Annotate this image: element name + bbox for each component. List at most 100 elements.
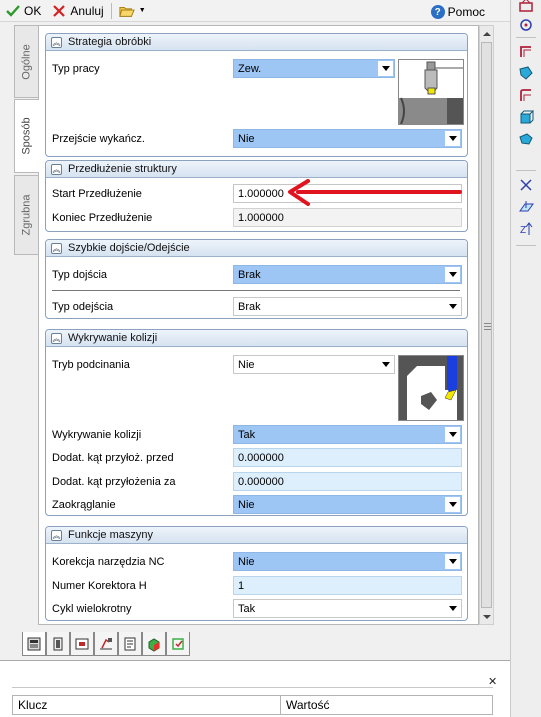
collapse-chevron-icon[interactable]: ︽	[51, 242, 62, 254]
tab-document-icon[interactable]	[118, 632, 142, 656]
divider	[52, 290, 460, 291]
z-axis-tool-icon[interactable]: Z	[517, 220, 535, 238]
chevron-down-icon[interactable]	[378, 61, 393, 76]
tab-machining-icon[interactable]	[94, 632, 118, 656]
tab-general[interactable]: Ogólne	[14, 25, 38, 98]
help-label: Pomoc	[447, 5, 485, 19]
tab-rough[interactable]: Zgrubna	[14, 175, 38, 255]
column-header-value[interactable]: Wartość	[281, 696, 491, 714]
undercut-mode-value: Nie	[238, 358, 255, 371]
group-header[interactable]: ︽ Strategia obróbki	[46, 34, 467, 51]
angle-after-input[interactable]: 0.000000	[233, 472, 462, 491]
scrollbar-thumb[interactable]	[481, 42, 492, 608]
tab-simulation-icon[interactable]	[142, 632, 166, 656]
multi-cycle-label: Cykl wielokrotny	[52, 603, 132, 615]
angle-after-label: Dodat. kąt przyłożenia za	[52, 476, 176, 488]
vertical-tabs: Ogólne Sposób Zgrubna	[14, 25, 39, 625]
scroll-up-arrow-icon[interactable]	[480, 26, 493, 41]
bottom-tabs	[22, 632, 190, 658]
rounding-value: Nie	[238, 498, 255, 511]
corrector-number-input[interactable]: 1	[233, 576, 462, 595]
tab-method[interactable]: Sposób	[14, 99, 39, 173]
group-title: Szybkie dojście/Odejście	[68, 242, 190, 254]
multi-cycle-value: Tak	[238, 602, 256, 615]
scroll-down-arrow-icon[interactable]	[480, 609, 493, 624]
nc-compensation-value: Nie	[238, 555, 255, 568]
folder-icon	[119, 3, 135, 19]
end-extension-input[interactable]: 1.000000	[233, 208, 462, 227]
nc-compensation-select[interactable]: Nie	[233, 552, 462, 571]
surface-tool-icon[interactable]	[517, 64, 535, 82]
chevron-down-icon[interactable]	[378, 357, 393, 372]
group-title: Wykrywanie kolizji	[68, 332, 158, 344]
angle-before-label: Dodat. kąt przyłoż. przed	[52, 452, 174, 464]
collision-detect-value: Tak	[238, 428, 256, 441]
tab-tool-table-icon[interactable]	[22, 632, 46, 656]
retract-type-select[interactable]: Brak	[233, 297, 462, 316]
toolbar-separator	[110, 2, 112, 19]
undercut-mode-label: Tryb podcinania	[52, 359, 130, 371]
column-header-key[interactable]: Klucz	[13, 696, 281, 714]
angle-before-value: 0.000000	[238, 451, 284, 464]
mesh-tool-icon[interactable]	[517, 130, 535, 148]
collapse-chevron-icon[interactable]: ︽	[51, 36, 62, 48]
end-extension-label: Koniec Przedłużenie	[52, 212, 153, 224]
collision-preview-image	[398, 355, 464, 421]
help-button[interactable]: ? Pomoc	[428, 2, 488, 22]
collision-detect-select[interactable]: Tak	[233, 425, 462, 444]
open-folder-button[interactable]: ▼	[116, 1, 149, 21]
group-collision-detection: ︽ Wykrywanie kolizji Tryb podcinania Nie…	[45, 329, 468, 516]
work-type-select[interactable]: Zew.	[233, 59, 395, 78]
corner-tool-icon[interactable]	[517, 42, 535, 60]
collapse-chevron-icon[interactable]: ︽	[51, 529, 62, 541]
finish-pass-label: Przejście wykańcz.	[52, 133, 145, 145]
group-header[interactable]: ︽ Funkcje maszyny	[46, 527, 467, 544]
tab-operations-icon[interactable]	[70, 632, 94, 656]
group-header[interactable]: ︽ Wykrywanie kolizji	[46, 330, 467, 347]
group-header[interactable]: ︽ Przedłużenie struktury	[46, 161, 467, 178]
approach-type-value: Brak	[238, 268, 261, 281]
tab-tool-library-icon[interactable]	[46, 632, 70, 656]
ok-button[interactable]: OK	[2, 1, 44, 21]
toolbar-separator	[516, 245, 536, 246]
retract-type-value: Brak	[238, 300, 261, 313]
rounding-select[interactable]: Nie	[233, 495, 462, 514]
tab-label: Zgrubna	[20, 194, 33, 236]
chevron-down-icon[interactable]	[445, 497, 460, 512]
panel-scrollbar[interactable]	[479, 25, 494, 625]
chevron-down-icon[interactable]	[445, 267, 460, 282]
plane-transform-icon[interactable]	[517, 198, 535, 216]
transform-xyz-icon[interactable]	[517, 176, 535, 194]
group-title: Funkcje maszyny	[68, 529, 153, 541]
corrector-number-value: 1	[238, 579, 245, 592]
sketch-tool-icon[interactable]	[517, 0, 535, 14]
profile-tool-icon[interactable]	[517, 86, 535, 104]
collapse-chevron-icon[interactable]: ︽	[51, 332, 62, 344]
tab-label: Sposób	[21, 117, 33, 155]
group-header[interactable]: ︽ Szybkie dojście/Odejście	[46, 240, 467, 257]
group-machining-strategy: ︽ Strategia obróbki Typ pracy Zew. Przej…	[45, 33, 468, 157]
chevron-down-icon[interactable]	[445, 601, 460, 616]
collapse-chevron-icon[interactable]: ︽	[51, 163, 62, 175]
solid-tool-icon[interactable]	[517, 108, 535, 126]
grip-icon	[484, 323, 491, 330]
help-icon: ?	[430, 5, 445, 19]
toolbar-separator	[516, 37, 536, 38]
chevron-down-icon[interactable]	[445, 299, 460, 314]
chain-tool-icon[interactable]	[517, 16, 535, 34]
angle-before-input[interactable]: 0.000000	[233, 448, 462, 467]
finish-pass-value: Nie	[238, 132, 255, 145]
start-extension-label: Start Przedłużenie	[52, 188, 142, 200]
chevron-down-icon[interactable]	[445, 131, 460, 146]
checkmark-icon	[5, 3, 21, 19]
cancel-button[interactable]: Anuluj	[48, 1, 106, 21]
cancel-label: Anuluj	[70, 3, 104, 18]
finish-pass-select[interactable]: Nie	[233, 129, 462, 148]
tab-verify-icon[interactable]	[166, 632, 190, 656]
group-title: Strategia obróbki	[68, 36, 152, 48]
chevron-down-icon[interactable]	[445, 427, 460, 442]
approach-type-select[interactable]: Brak	[233, 265, 462, 284]
multi-cycle-select[interactable]: Tak	[233, 599, 462, 618]
chevron-down-icon[interactable]	[445, 554, 460, 569]
undercut-mode-select[interactable]: Nie	[233, 355, 395, 374]
